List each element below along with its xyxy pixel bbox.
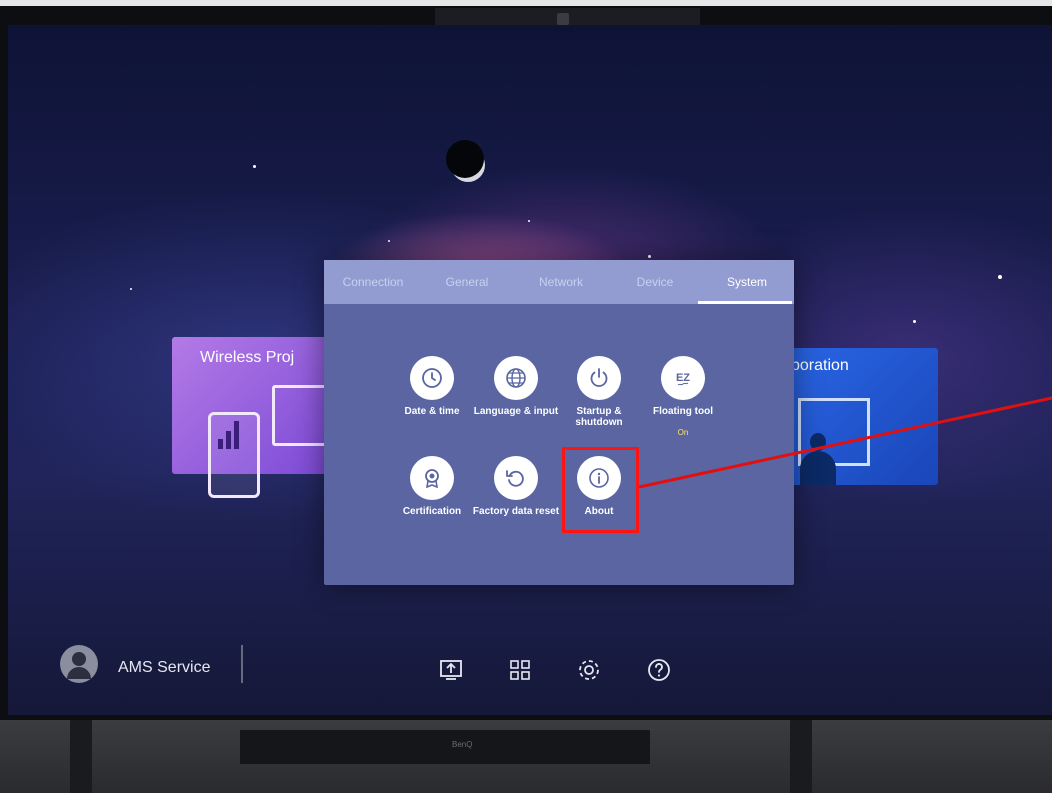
star xyxy=(528,220,530,222)
avatar[interactable] xyxy=(60,645,98,683)
power-icon xyxy=(577,356,621,400)
svg-text:EZ: EZ xyxy=(676,372,690,384)
tab-network[interactable]: Network xyxy=(516,260,606,304)
settings-gear-icon[interactable] xyxy=(575,656,603,684)
taskbar-divider xyxy=(241,645,243,683)
tab-device[interactable]: Device xyxy=(612,260,698,304)
wireless-projection-title: Wireless Proj xyxy=(200,349,295,366)
reset-icon xyxy=(494,456,538,500)
active-tab-indicator xyxy=(698,301,792,304)
about-highlight-box xyxy=(562,447,639,533)
factory-reset-label: Factory data reset xyxy=(472,506,560,517)
person-illustration xyxy=(798,433,838,485)
screen-share-icon[interactable] xyxy=(437,656,465,684)
stand-leg-left xyxy=(70,720,92,793)
globe-icon xyxy=(494,356,538,400)
settings-tab-bar: Connection General Network Device System xyxy=(324,260,794,304)
collaboration-card[interactable]: llaboration xyxy=(775,348,938,485)
tab-system[interactable]: System xyxy=(702,260,792,304)
wireless-projection-card[interactable]: Wireless Proj xyxy=(172,337,338,498)
help-icon[interactable] xyxy=(645,656,673,684)
camera-lens xyxy=(557,13,569,25)
certification-label: Certification xyxy=(402,506,462,517)
stand-crossbar xyxy=(240,730,650,764)
moon-graphic xyxy=(446,140,484,178)
floating-tool-status: On xyxy=(677,428,689,437)
tab-connection[interactable]: Connection xyxy=(328,260,418,304)
badge-icon xyxy=(410,456,454,500)
brand-logo: BenQ xyxy=(452,740,473,749)
user-name[interactable]: AMS Service xyxy=(118,659,210,677)
star xyxy=(998,275,1002,279)
ez-icon: EZ xyxy=(661,356,705,400)
date-time-label: Date & time xyxy=(404,406,460,417)
settings-panel: Connection General Network Device System… xyxy=(324,260,794,585)
clock-icon xyxy=(410,356,454,400)
star xyxy=(130,288,132,290)
star xyxy=(388,240,390,242)
floating-tool-label: Floating tool xyxy=(653,406,713,417)
star xyxy=(913,320,916,323)
tab-general[interactable]: General xyxy=(424,260,510,304)
startup-shutdown-label: Startup & shutdown xyxy=(575,406,623,428)
star xyxy=(648,255,651,258)
stand-leg-right xyxy=(790,720,812,793)
language-input-label: Language & input xyxy=(473,406,559,417)
star xyxy=(253,165,256,168)
apps-grid-icon[interactable] xyxy=(506,656,534,684)
